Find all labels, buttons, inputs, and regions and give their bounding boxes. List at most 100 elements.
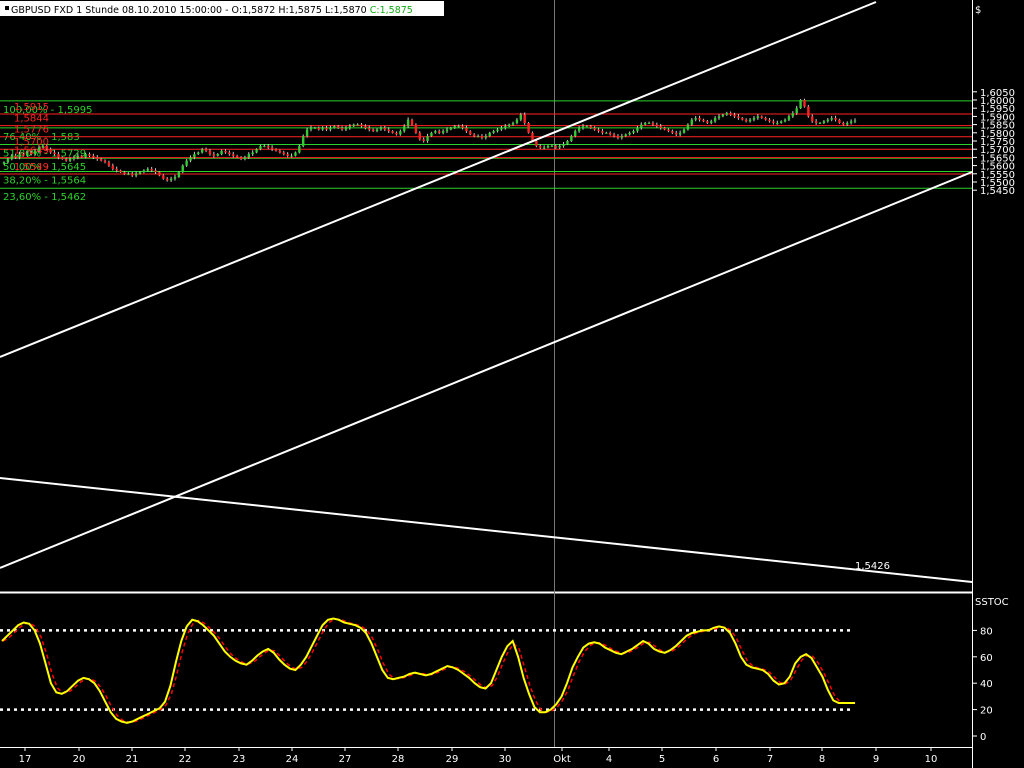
candle-body [127, 173, 130, 175]
candle-body [733, 114, 736, 117]
candle-body [814, 121, 818, 123]
candle-body [274, 149, 278, 151]
price-level-label: 1,5549 [14, 162, 49, 173]
candle-body [667, 129, 670, 132]
candle-body [88, 154, 91, 156]
candle-body [33, 150, 37, 155]
candle-body [570, 136, 573, 141]
candle-body [725, 113, 728, 115]
candle-body [173, 177, 177, 179]
candle-body [492, 131, 495, 133]
time-tick-label: 30 [499, 754, 512, 765]
candle-body [395, 132, 398, 135]
candle-body [822, 121, 826, 123]
candle-body [504, 126, 507, 128]
candle-body [212, 154, 216, 156]
candle-body [484, 136, 488, 138]
candle-body [14, 155, 17, 158]
header-low-label: L: [325, 5, 334, 16]
candle-body [628, 132, 631, 135]
candle-body [189, 157, 192, 161]
time-tick-label: 4 [606, 754, 612, 765]
candle-body [84, 154, 87, 158]
time-tick-label: 7 [767, 754, 773, 765]
candle-body [434, 131, 437, 133]
candle-body [259, 145, 262, 150]
stochastic-title: SSTOC [975, 597, 1009, 608]
candle-body [375, 129, 379, 132]
candle-body [368, 127, 371, 130]
candle-body [795, 108, 798, 114]
candle-body [123, 172, 126, 174]
candle-body [760, 116, 763, 119]
candle-body [340, 127, 344, 130]
candle-body [779, 121, 783, 123]
candle-body [783, 119, 787, 122]
stoch-tick-label: 0 [980, 732, 986, 743]
candle-body [329, 127, 332, 130]
header-marker-icon [5, 6, 9, 10]
candle-body [99, 159, 103, 161]
time-tick-label: 5 [659, 754, 665, 765]
chart-svg: GBPUSD FXD 1 Stunde 08.10.2010 15:00:00 … [0, 0, 1015, 768]
candle-body [364, 126, 367, 128]
candle-body [76, 155, 80, 158]
candle-body [488, 132, 491, 137]
candle-body [647, 122, 651, 124]
candle-body [710, 121, 713, 123]
price-level-label: 1,5844 [14, 114, 49, 125]
candle-body [608, 132, 612, 135]
candle-body [465, 127, 468, 132]
candle-body [115, 168, 118, 171]
candle-body [325, 127, 328, 130]
candle-body [550, 145, 554, 147]
candle-body [131, 173, 134, 176]
candle-body [655, 124, 659, 127]
candle-body [406, 119, 410, 127]
candle-body [30, 152, 33, 155]
candle-body [748, 119, 752, 122]
candle-body [651, 122, 655, 125]
candle-body [706, 121, 709, 123]
stoch-signal-line [2, 618, 856, 723]
candle-body [146, 168, 149, 171]
candle-body [776, 122, 779, 124]
candle-body [756, 116, 760, 119]
candle-body [286, 154, 289, 156]
candle-body [383, 127, 387, 130]
candle-body [302, 136, 305, 146]
candle-body [158, 172, 161, 176]
header-open: 1,5872 [242, 5, 275, 16]
candle-body [799, 100, 802, 109]
candle-body [414, 124, 418, 133]
candle-body [507, 124, 511, 127]
candle-body [577, 127, 581, 132]
candle-body [208, 150, 212, 155]
candle-body [134, 173, 138, 176]
candle-body [589, 126, 592, 128]
candle-body [438, 131, 441, 133]
candle-body [690, 119, 693, 125]
candle-body [624, 134, 627, 137]
candle-body [111, 165, 115, 169]
candle-body [53, 152, 56, 155]
candle-body [698, 118, 701, 120]
time-tick-label: 28 [392, 754, 405, 765]
candle-body [294, 152, 297, 156]
candle-body [243, 157, 247, 160]
candle-body [500, 127, 503, 130]
candle-body [737, 116, 740, 119]
candle-body [430, 132, 433, 137]
candle-body [445, 129, 449, 132]
candle-body [356, 124, 359, 126]
candle-body [45, 145, 48, 150]
stoch-tick-label: 40 [980, 679, 993, 690]
fib-level-label: 23,60% - 1,5462 [3, 192, 86, 203]
candle-body [336, 126, 340, 128]
candle-body [787, 116, 791, 120]
candle-body [838, 119, 841, 123]
candle-body [305, 129, 309, 137]
candle-body [282, 152, 285, 155]
candle-body [601, 131, 604, 133]
candle-body [849, 121, 853, 123]
